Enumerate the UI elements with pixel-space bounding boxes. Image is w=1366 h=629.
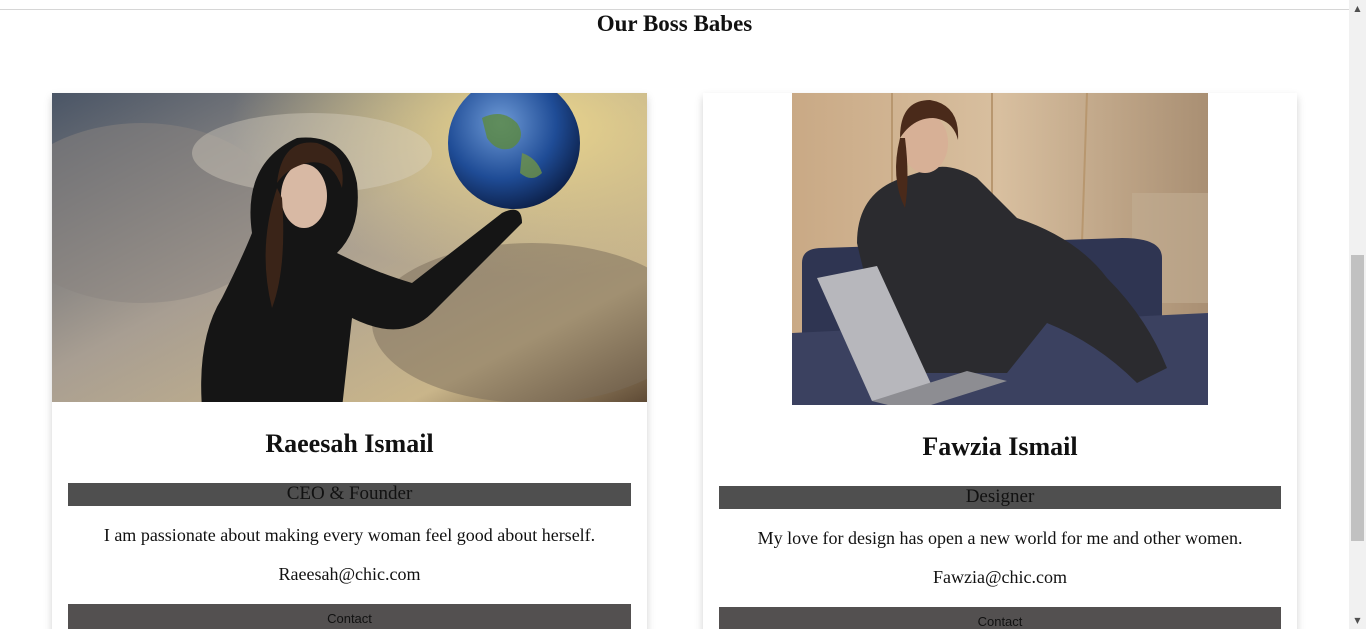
page-viewport: Our Boss Babes Raeesah Ismail CEO & Foun…	[0, 0, 1366, 629]
scroll-down-icon[interactable]: ▼	[1349, 612, 1366, 629]
profile-name: Fawzia Ismail	[922, 432, 1078, 461]
scroll-up-icon[interactable]: ▲	[1349, 0, 1366, 17]
photo-woman-holding-globe	[52, 93, 647, 402]
profile-description: I am passionate about making every woman…	[103, 525, 596, 545]
profile-photo	[792, 93, 1208, 405]
profile-email: Raeesah@chic.com	[278, 564, 421, 584]
header-divider	[0, 9, 1349, 10]
profile-card-raeesah: Raeesah Ismail CEO & Founder I am passio…	[52, 93, 647, 629]
profile-card-fawzia: Fawzia Ismail Designer My love for desig…	[703, 93, 1297, 629]
profile-photo	[52, 93, 647, 402]
section-title: Our Boss Babes	[596, 11, 753, 36]
contact-button[interactable]: Contact	[719, 607, 1281, 629]
profile-email: Fawzia@chic.com	[932, 567, 1068, 587]
contact-button[interactable]: Contact	[68, 604, 631, 629]
profile-role: CEO & Founder	[68, 483, 631, 506]
profile-role: Designer	[719, 486, 1281, 509]
profile-description: My love for design has open a new world …	[757, 528, 1243, 548]
vertical-scrollbar[interactable]: ▲ ▼	[1349, 0, 1366, 629]
scrollbar-thumb[interactable]	[1351, 255, 1364, 541]
profile-name: Raeesah Ismail	[265, 429, 434, 458]
photo-woman-on-sofa-with-laptop	[792, 93, 1208, 405]
